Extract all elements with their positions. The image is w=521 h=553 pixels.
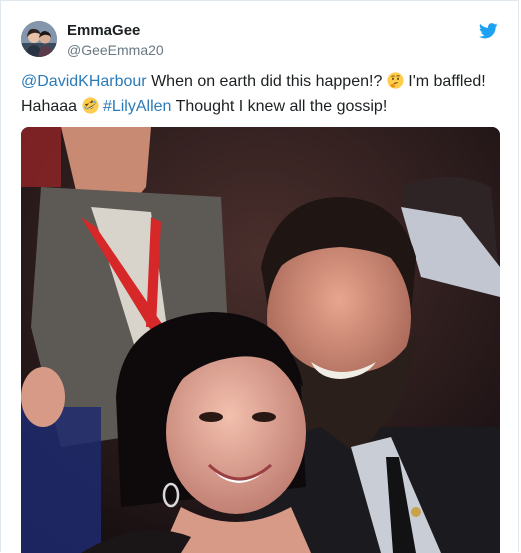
tweet-text-segment: Hahaaa <box>21 98 82 115</box>
mention-link[interactable]: @DavidKHarbour <box>21 73 147 90</box>
user-handle[interactable]: @GeeEmma20 <box>67 42 164 58</box>
tweet-text-segment: Thought I knew all the gossip! <box>171 98 388 115</box>
tweet-text-segment: When on earth did this happen!? <box>146 73 387 90</box>
tweet-photo[interactable] <box>21 127 500 553</box>
thinking-face-emoji <box>387 72 404 89</box>
hashtag-link[interactable]: #LilyAllen <box>103 98 171 115</box>
rolling-laughing-emoji <box>81 97 99 114</box>
tweet-text-segment: I'm baffled! <box>403 73 486 90</box>
tweet-card: EmmaGee @GeeEmma20 @DavidKHarbour When o… <box>0 0 519 553</box>
avatar[interactable] <box>21 21 57 57</box>
twitter-bird-icon[interactable] <box>478 23 498 39</box>
tweet-text: @DavidKHarbour When on earth did this ha… <box>21 69 501 119</box>
display-name[interactable]: EmmaGee <box>67 22 140 39</box>
